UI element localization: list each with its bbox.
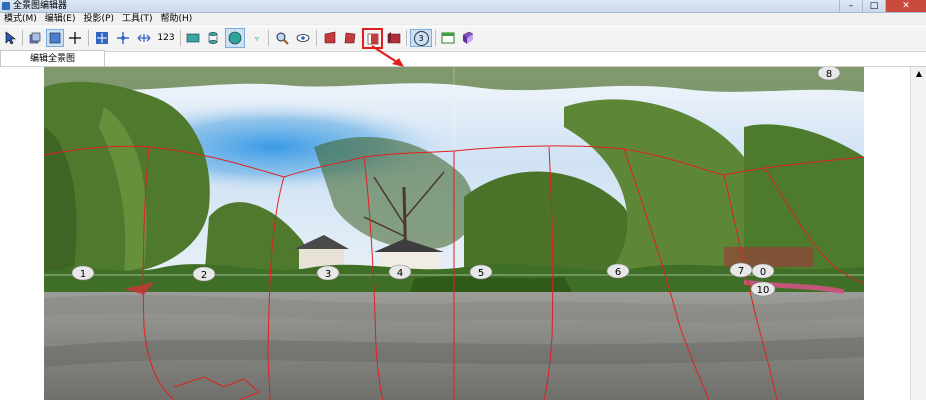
edit-panorama-icon[interactable]: [46, 29, 64, 47]
hotspot-marker[interactable]: 1: [71, 265, 95, 281]
tab-edit-panorama[interactable]: 编辑全景图: [0, 50, 105, 67]
hotspot-marker[interactable]: 4: [388, 264, 412, 280]
hotspot-label: 3: [325, 269, 331, 280]
red-page-1-icon[interactable]: [321, 29, 339, 47]
hotspot-label: 0: [760, 267, 766, 278]
crosshair-icon[interactable]: [66, 29, 84, 47]
red-page-4-icon[interactable]: [385, 29, 403, 47]
fit-grid-icon[interactable]: [93, 29, 111, 47]
hotspot-marker[interactable]: 5: [469, 264, 493, 280]
toolbar-separator: [88, 30, 89, 46]
hotspot-label: 2: [201, 270, 207, 281]
circled-3-label: 3: [413, 30, 429, 46]
toolbar-separator: [268, 30, 269, 46]
hotspot-marker[interactable]: 0: [751, 263, 775, 279]
rectangle-projection-icon[interactable]: [184, 29, 202, 47]
toolbar: 123 ▿ 3: [0, 27, 926, 52]
menu-mode[interactable]: 模式(M): [0, 13, 41, 26]
toolbar-separator: [435, 30, 436, 46]
minimize-button[interactable]: –: [839, 0, 862, 12]
horizontal-arrows-icon[interactable]: [135, 29, 153, 47]
hotspot-label: 7: [738, 266, 744, 277]
window-layout-icon[interactable]: [439, 29, 457, 47]
hotspot-marker[interactable]: 2: [192, 266, 216, 282]
title-bar: 全景图编辑器 – □ ✕: [0, 0, 926, 13]
panorama-canvas[interactable]: 1 2 3 4 5 6 7 0 10 8: [44, 67, 864, 400]
numbering-button[interactable]: 123: [155, 29, 177, 47]
cylinder-projection-icon[interactable]: [204, 29, 222, 47]
red-page-2-icon[interactable]: [341, 29, 359, 47]
window-controls: – □ ✕: [839, 0, 926, 12]
menu-help[interactable]: 帮助(H): [157, 13, 197, 26]
red-page-3-icon[interactable]: [362, 28, 383, 49]
toolbar-separator: [180, 30, 181, 46]
menu-bar: 模式(M) 编辑(E) 投影(P) 工具(T) 帮助(H): [0, 13, 926, 26]
circled-3-button[interactable]: 3: [410, 29, 432, 47]
select-cursor-icon[interactable]: [2, 29, 20, 47]
hotspot-marker[interactable]: 10: [750, 281, 776, 297]
hotspot-marker[interactable]: 8: [817, 67, 841, 81]
hotspot-marker[interactable]: 3: [316, 265, 340, 281]
maximize-button[interactable]: □: [862, 0, 885, 12]
toolbar-separator: [316, 30, 317, 46]
dropdown-arrow-icon[interactable]: ▿: [248, 29, 266, 47]
zoom-magnifier-icon[interactable]: [273, 29, 291, 47]
menu-tools[interactable]: 工具(T): [118, 13, 157, 26]
hotspot-label: 1: [80, 269, 86, 280]
app-icon: [2, 2, 10, 10]
hotspot-label: 5: [478, 268, 484, 279]
move-cross-icon[interactable]: [114, 29, 132, 47]
toolbar-separator: [22, 30, 23, 46]
scroll-up-arrow-icon[interactable]: ▲: [911, 67, 926, 81]
hotspot-label: 10: [757, 285, 770, 296]
sphere-projection-icon[interactable]: [225, 28, 245, 48]
menu-projection[interactable]: 投影(P): [80, 13, 118, 26]
hotspot-label: 8: [826, 69, 832, 80]
hotspot-marker[interactable]: 6: [606, 263, 630, 279]
close-button[interactable]: ✕: [885, 0, 926, 12]
panorama-image: 1 2 3 4 5 6 7 0 10 8: [44, 67, 864, 400]
hotspot-label: 6: [615, 267, 621, 278]
toolbar-separator: [406, 30, 407, 46]
preview-eye-icon[interactable]: [294, 29, 312, 47]
hotspot-marker[interactable]: 7: [729, 262, 753, 278]
hotspot-label: 4: [397, 268, 403, 279]
book-help-icon[interactable]: [459, 29, 477, 47]
layers-icon[interactable]: [26, 29, 44, 47]
vertical-scrollbar[interactable]: ▲: [910, 67, 926, 400]
menu-edit[interactable]: 编辑(E): [41, 13, 80, 26]
window-title: 全景图编辑器: [13, 1, 68, 11]
